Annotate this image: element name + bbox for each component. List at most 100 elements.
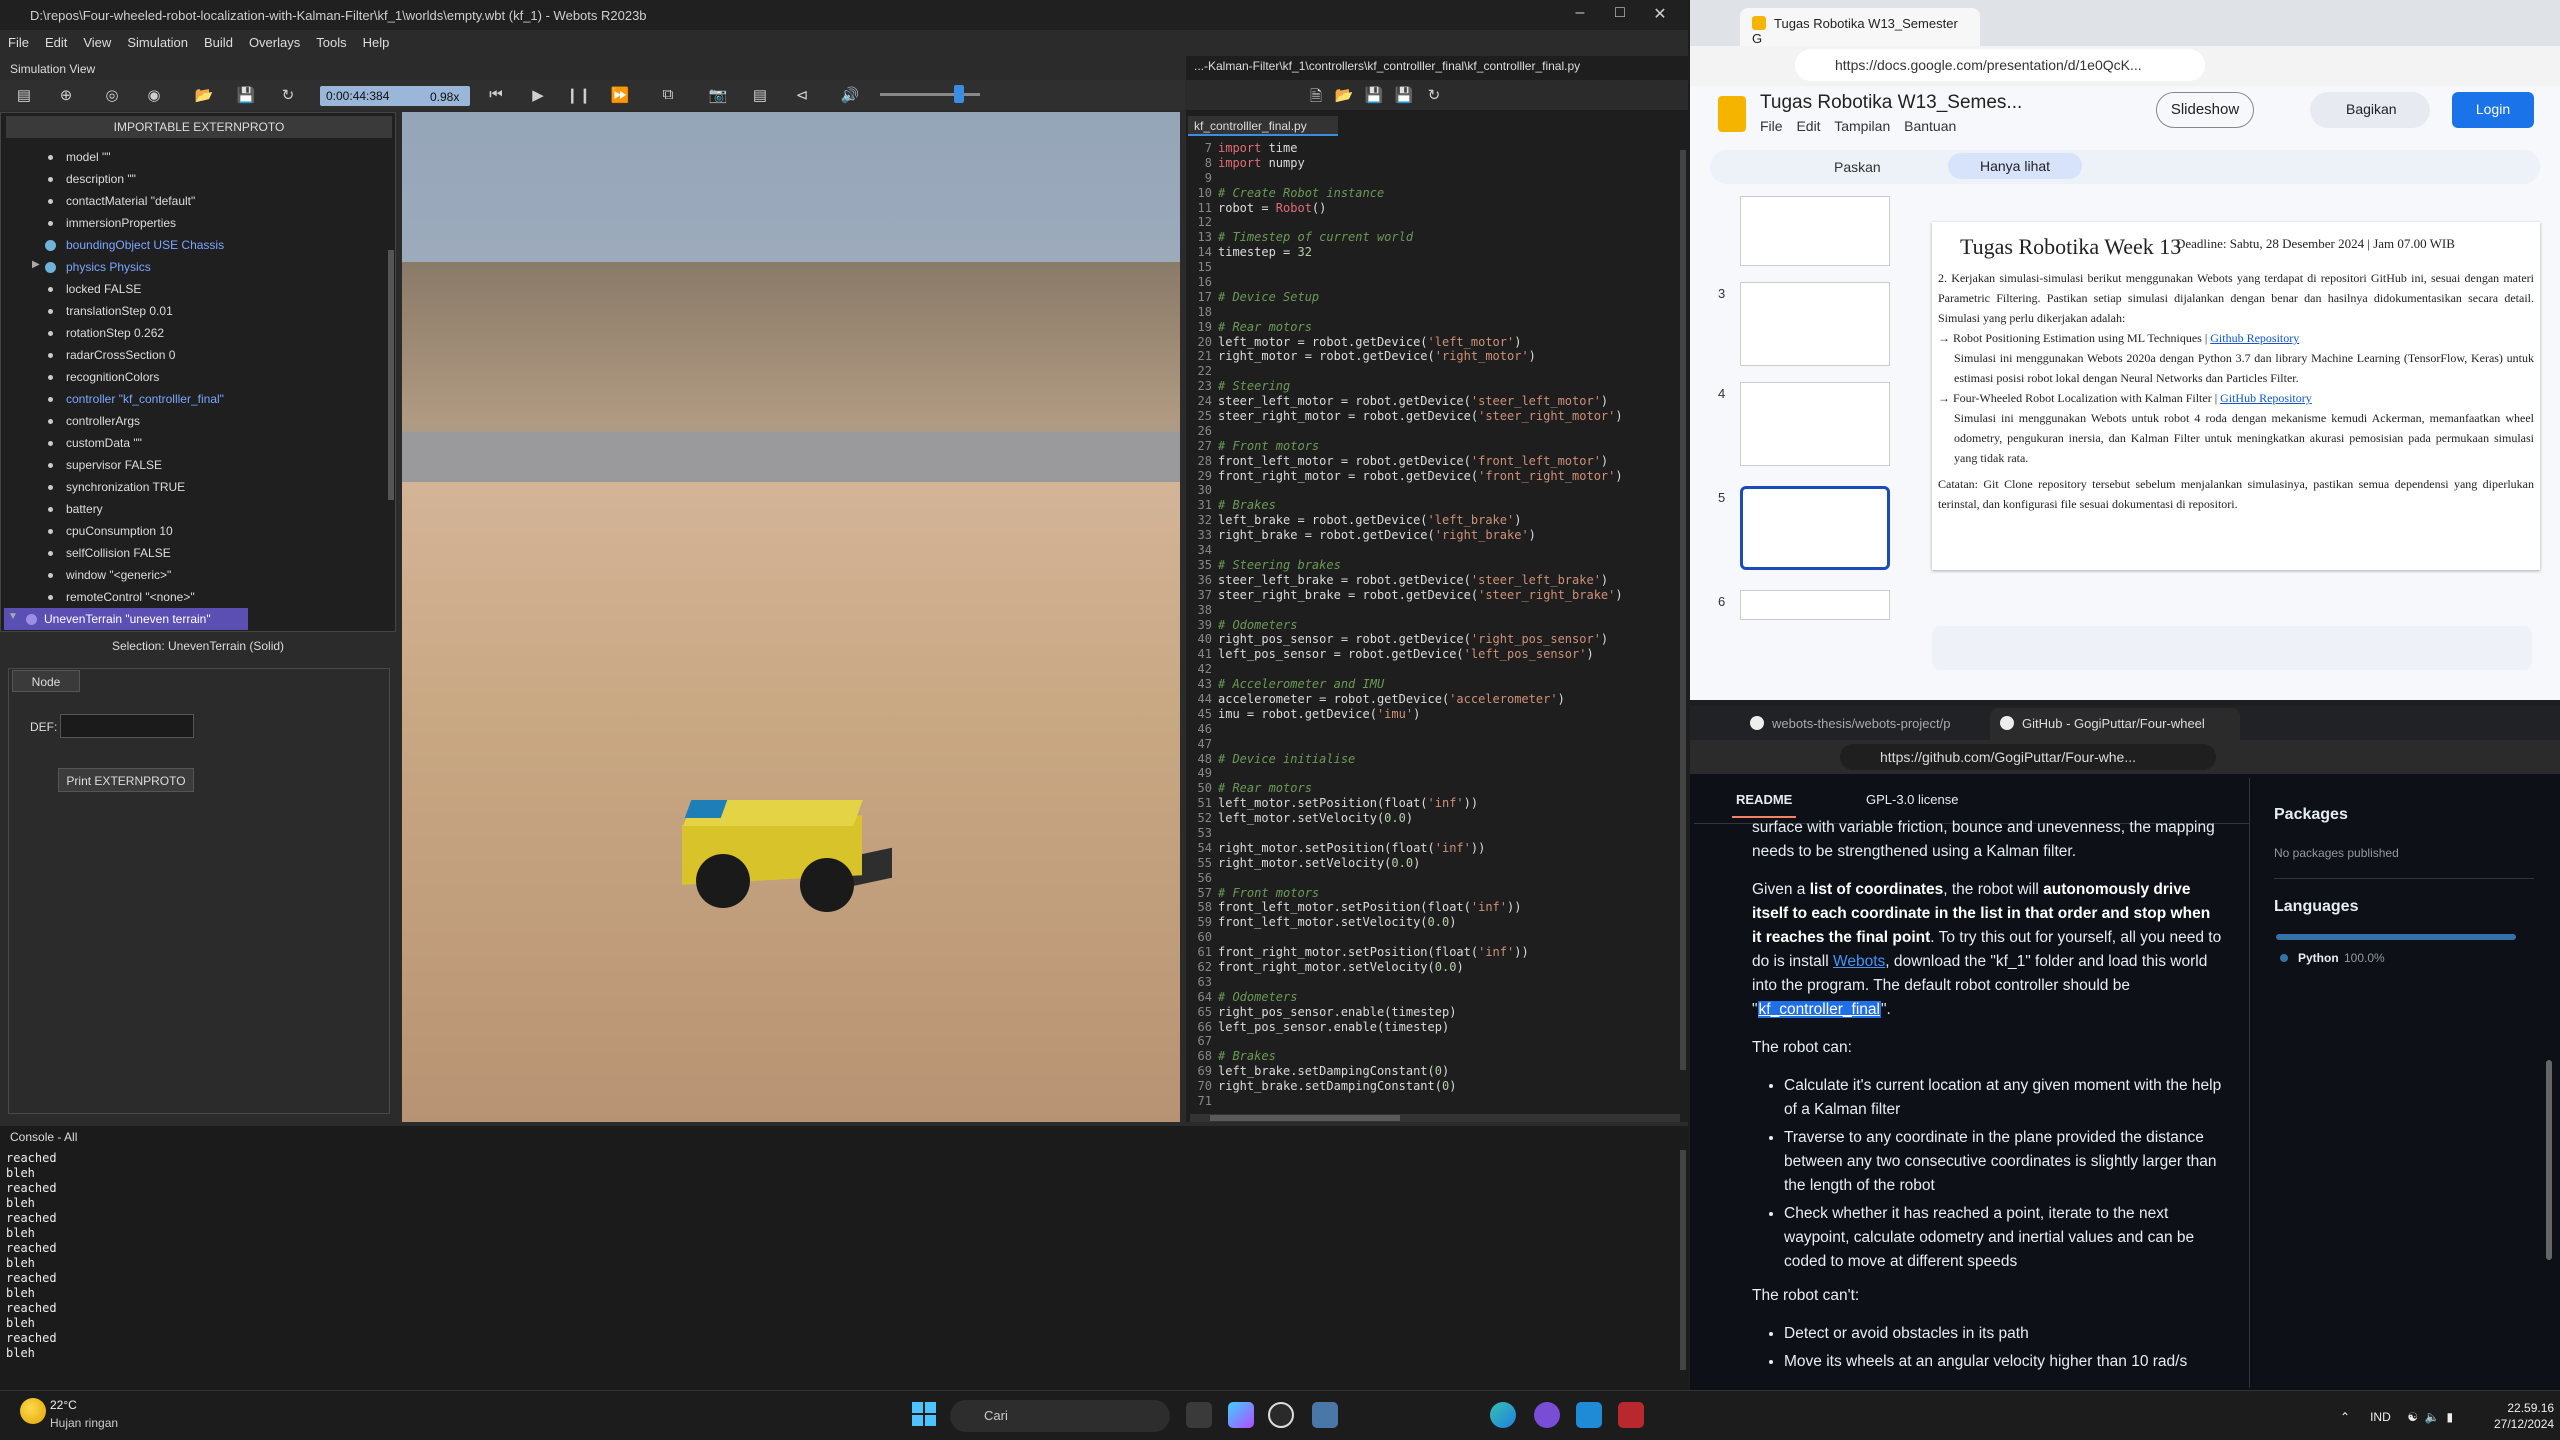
taskbar-search[interactable]: Cari xyxy=(950,1400,1170,1432)
tab-node[interactable]: Node xyxy=(12,670,80,692)
tree-item-supervisor[interactable]: supervisor FALSE xyxy=(4,454,384,476)
share-button[interactable]: Bagikan xyxy=(2310,92,2430,128)
menu-edit[interactable]: Edit xyxy=(37,30,75,50)
tree-item-custom-data[interactable]: customData "" xyxy=(4,432,384,454)
document-title[interactable]: Tugas Robotika W13_Semes... xyxy=(1760,92,2022,114)
tree-item-synchronization[interactable]: synchronization TRUE xyxy=(4,476,384,498)
tab-readme[interactable]: README xyxy=(1736,792,1792,807)
tree-item-window[interactable]: window "<generic>" xyxy=(4,564,384,586)
code-area[interactable]: 7 import time 8 import numpy 9 10 # Create Rob… xyxy=(1192,141,1672,1111)
start-button[interactable] xyxy=(912,1402,936,1426)
edge-icon[interactable] xyxy=(1490,1402,1516,1428)
slide-thumbnail-4[interactable] xyxy=(1740,382,1890,466)
menu-view[interactable]: View xyxy=(75,30,119,50)
address-bar-2[interactable]: https://github.com/GogiPuttar/Four-whe..… xyxy=(1840,744,2216,770)
open-world-icon[interactable]: 📂 xyxy=(192,86,216,104)
collapse-arrow-icon[interactable]: ▼ xyxy=(8,611,18,622)
importable-externproto-header[interactable]: IMPORTABLE EXTERNPROTO xyxy=(6,116,392,138)
tab-webots-thesis[interactable]: webots-thesis/webots-project/p xyxy=(1740,708,1990,740)
chevron-up-icon[interactable]: ⌃ xyxy=(2340,1410,2350,1424)
menu-help[interactable]: Help xyxy=(355,30,398,50)
weather-desc[interactable]: Hujan ringan xyxy=(50,1416,118,1430)
packages-heading[interactable]: Packages xyxy=(2274,806,2348,824)
zoom-select[interactable]: Paskan xyxy=(1834,159,1881,175)
rendering-icon[interactable]: ⧉ xyxy=(656,86,680,103)
new-file-icon[interactable]: 🗎 xyxy=(1304,86,1328,111)
tab-github-repo[interactable]: GitHub - GogiPuttar/Four-wheel xyxy=(1990,708,2240,740)
tree-item-description[interactable]: description "" xyxy=(4,168,384,190)
slide-item-1-link[interactable]: Github Repository xyxy=(2210,331,2299,345)
open-file-icon[interactable]: 📂 xyxy=(1332,86,1356,104)
view-only-badge[interactable]: Hanya lihat xyxy=(1948,153,2082,179)
slides-menu[interactable]: File Edit Tampilan Bantuan xyxy=(1760,118,1956,134)
tree-item-controller-args[interactable]: controllerArgs xyxy=(4,410,384,432)
pause-icon[interactable]: ❙❙ xyxy=(566,86,591,104)
maximize-icon[interactable]: □ xyxy=(1600,4,1640,22)
reset-icon[interactable]: ⏮ xyxy=(484,86,508,103)
tree-item-locked[interactable]: locked FALSE xyxy=(4,278,384,300)
editor-vertical-scrollbar[interactable] xyxy=(1680,150,1686,1070)
slide-thumbnail-2[interactable] xyxy=(1740,196,1890,266)
webots-link[interactable]: Webots xyxy=(1833,953,1885,970)
slideshow-button[interactable]: Slideshow xyxy=(2156,92,2254,128)
tree-item-self-collision[interactable]: selfCollision FALSE xyxy=(4,542,384,564)
save-icon[interactable]: 💾 xyxy=(234,86,258,104)
expand-arrow-icon[interactable]: ▶ xyxy=(32,259,40,270)
login-button[interactable]: Login xyxy=(2452,92,2534,128)
volume-slider[interactable] xyxy=(880,93,980,96)
highlighted-text[interactable]: kf_controller_final xyxy=(1757,1001,1881,1018)
eye-icon[interactable]: ◉ xyxy=(142,86,166,104)
address-bar[interactable]: https://docs.google.com/presentation/d/1… xyxy=(1795,49,2205,81)
input-language[interactable]: IND xyxy=(2370,1410,2391,1424)
tree-item-bounding-object[interactable]: boundingObject USE Chassis xyxy=(4,234,384,256)
tree-item-translation-step[interactable]: translationStep 0.01 xyxy=(4,300,384,322)
reload-icon[interactable]: ↻ xyxy=(276,86,300,104)
slides-logo[interactable] xyxy=(1718,96,1746,132)
weather-temp[interactable]: 22°C xyxy=(50,1398,77,1412)
slide-item-2-link[interactable]: GitHub Repository xyxy=(2220,391,2312,405)
revert-icon[interactable]: ↻ xyxy=(1422,86,1446,104)
minimize-icon[interactable]: – xyxy=(1560,4,1600,22)
tree-item-radar-cross-section[interactable]: radarCrossSection 0 xyxy=(4,344,384,366)
tree-item-recognition-colors[interactable]: recognitionColors xyxy=(4,366,384,388)
record-icon[interactable]: ▤ xyxy=(748,86,772,104)
speaker-icon[interactable]: 🔈 xyxy=(2425,1410,2440,1424)
battery-icon[interactable]: ▮ xyxy=(2446,1410,2453,1424)
clock[interactable]: 22.59.16 27/12/2024 xyxy=(2494,1400,2554,1432)
github-desktop-icon[interactable] xyxy=(1534,1402,1560,1428)
view-icon[interactable]: ◎ xyxy=(100,86,124,104)
tree-item-battery[interactable]: battery xyxy=(4,498,384,520)
tree-item-controller[interactable]: controller "kf_controlller_final" xyxy=(4,388,384,410)
scene-tree-scrollbar[interactable] xyxy=(388,250,394,500)
page-scrollbar[interactable] xyxy=(2546,1060,2552,1260)
system-tray[interactable]: ⌃ IND ☯ 🔈 ▮ xyxy=(2340,1410,2453,1424)
def-input[interactable] xyxy=(60,714,194,738)
tab-google-slides[interactable]: Tugas Robotika W13_Semester G xyxy=(1740,8,1980,46)
task-view-icon[interactable] xyxy=(1186,1402,1212,1428)
save-file-icon[interactable]: 💾 xyxy=(1362,86,1386,104)
language-name[interactable]: Python xyxy=(2298,951,2339,965)
add-node-icon[interactable]: ⊕ xyxy=(54,86,78,104)
save-all-icon[interactable]: 💾 xyxy=(1392,86,1416,104)
tree-item-cpu-consumption[interactable]: cpuConsumption 10 xyxy=(4,520,384,542)
tree-item-rotation-step[interactable]: rotationStep 0.262 xyxy=(4,322,384,344)
volume-icon[interactable]: 🔊 xyxy=(838,86,862,104)
menu-tools[interactable]: Tools xyxy=(308,30,354,50)
tree-item-uneven-terrain[interactable]: ▼ UnevenTerrain "uneven terrain" xyxy=(4,608,248,630)
tab-license[interactable]: GPL-3.0 license xyxy=(1866,792,1959,807)
tree-item-contact-material[interactable]: contactMaterial "default" xyxy=(4,190,384,212)
webots-icon[interactable] xyxy=(1618,1402,1644,1428)
fast-forward-icon[interactable]: ⏩ xyxy=(608,86,632,104)
vscode-icon[interactable] xyxy=(1576,1402,1602,1428)
weather-icon[interactable] xyxy=(20,1398,46,1424)
photos-icon[interactable] xyxy=(1312,1402,1338,1428)
3d-view[interactable] xyxy=(402,112,1180,1122)
screenshot-icon[interactable]: 📷 xyxy=(706,86,730,104)
chatgpt-icon[interactable] xyxy=(1268,1402,1294,1428)
console-scrollbar[interactable] xyxy=(1680,1150,1686,1370)
menu-overlays[interactable]: Overlays xyxy=(241,30,308,50)
tree-item-remote-control[interactable]: remoteControl "<none>" xyxy=(4,586,384,608)
menu-simulation[interactable]: Simulation xyxy=(119,30,196,50)
slide-thumbnail-6[interactable] xyxy=(1740,590,1890,620)
volume-slider-handle[interactable] xyxy=(954,85,964,103)
